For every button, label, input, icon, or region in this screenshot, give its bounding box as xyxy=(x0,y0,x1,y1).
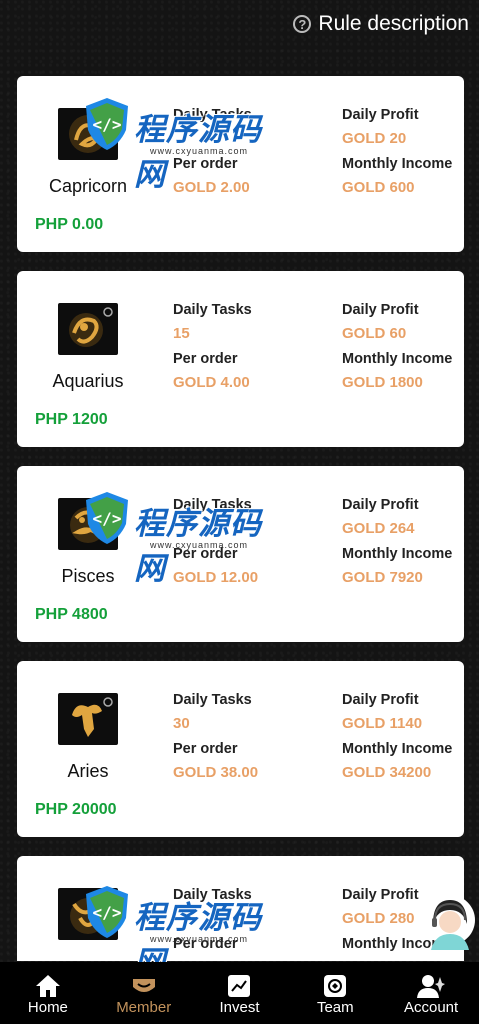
pisces-icon xyxy=(58,498,118,550)
daily-tasks-label: Daily Tasks xyxy=(173,107,252,123)
membership-card-taurus[interactable]: Daily Tasks Per order Daily Profit GOLD … xyxy=(17,856,464,961)
card-name: Aquarius xyxy=(52,371,124,391)
invest-icon xyxy=(192,973,288,999)
card-name: Pisces xyxy=(61,566,115,586)
monthly-income-label: Monthly Income xyxy=(342,156,453,172)
per-order-value: GOLD 4.00 xyxy=(173,374,250,391)
tab-label: Team xyxy=(316,999,354,1016)
daily-profit-value: GOLD 20 xyxy=(342,130,407,147)
support-agent-icon xyxy=(425,895,475,950)
monthly-income-label: Monthly Income xyxy=(342,546,453,562)
bottom-tab-bar: Home Member Invest Team Account xyxy=(0,962,479,1024)
card-price: PHP 4800 xyxy=(35,606,108,623)
tab-member[interactable]: Member xyxy=(96,962,192,1016)
membership-card-aquarius[interactable]: Aquarius PHP 1200 Daily Tasks 15 Per ord… xyxy=(17,271,464,447)
member-icon xyxy=(96,973,192,999)
per-order-label: Per order xyxy=(173,741,238,757)
team-icon xyxy=(287,973,383,999)
taurus-icon xyxy=(58,888,118,940)
per-order-value: GOLD 2.00 xyxy=(173,179,250,196)
monthly-income-label: Monthly Income xyxy=(342,351,453,367)
daily-profit-label: Daily Profit xyxy=(342,107,419,123)
per-order-value: GOLD 12.00 xyxy=(173,569,259,586)
tab-label: Member xyxy=(116,999,172,1016)
tab-label: Home xyxy=(27,999,68,1016)
rule-description-label: Rule description xyxy=(318,12,469,35)
tab-label: Account xyxy=(403,999,459,1016)
top-bar: ? Rule description xyxy=(0,0,479,56)
per-order-label: Per order xyxy=(173,936,238,952)
rule-description-link[interactable]: ? Rule description xyxy=(293,12,469,36)
per-order-label: Per order xyxy=(173,546,238,562)
membership-card-aries[interactable]: Aries PHP 20000 Daily Tasks 30 Per order… xyxy=(17,661,464,837)
customer-support-button[interactable] xyxy=(423,892,477,954)
monthly-income-value: GOLD 7920 xyxy=(342,569,423,586)
card-name: Capricorn xyxy=(48,176,128,196)
daily-profit-label: Daily Profit xyxy=(342,302,419,318)
monthly-income-value: GOLD 1800 xyxy=(342,374,423,391)
card-name: Aries xyxy=(67,761,109,781)
daily-profit-label: Daily Profit xyxy=(342,692,419,708)
membership-card-pisces[interactable]: Pisces PHP 4800 Daily Tasks Per order GO… xyxy=(17,466,464,642)
capricorn-icon xyxy=(58,108,118,160)
tab-invest[interactable]: Invest xyxy=(192,962,288,1016)
card-price: PHP 0.00 xyxy=(35,216,104,233)
daily-profit-value: GOLD 264 xyxy=(342,520,415,537)
membership-list: Capricorn PHP 0.00 Daily Tasks Per order… xyxy=(17,76,464,961)
daily-tasks-label: Daily Tasks xyxy=(173,497,252,513)
tab-team[interactable]: Team xyxy=(287,962,383,1016)
question-icon: ? xyxy=(293,15,312,33)
daily-tasks-label: Daily Tasks xyxy=(173,887,252,903)
card-price: PHP 1200 xyxy=(35,411,108,428)
daily-tasks-value: 30 xyxy=(173,715,190,732)
monthly-income-label: Monthly Income xyxy=(342,741,453,757)
daily-tasks-label: Daily Tasks xyxy=(173,692,252,708)
account-icon xyxy=(383,973,479,999)
per-order-label: Per order xyxy=(173,351,238,367)
card-price: PHP 20000 xyxy=(35,801,117,818)
daily-tasks-value xyxy=(173,130,252,155)
home-icon xyxy=(0,973,96,999)
membership-card-capricorn[interactable]: Capricorn PHP 0.00 Daily Tasks Per order… xyxy=(17,76,464,252)
daily-tasks-value: 15 xyxy=(173,325,190,342)
per-order-value: GOLD 38.00 xyxy=(173,764,259,781)
daily-profit-label: Daily Profit xyxy=(342,497,419,513)
aries-icon xyxy=(58,693,118,745)
daily-tasks-value xyxy=(173,910,252,935)
monthly-income-value: GOLD 600 xyxy=(342,179,415,196)
tab-home[interactable]: Home xyxy=(0,962,96,1016)
daily-tasks-value xyxy=(173,520,258,545)
tab-label: Invest xyxy=(219,999,260,1016)
per-order-label: Per order xyxy=(173,156,238,172)
tab-account[interactable]: Account xyxy=(383,962,479,1016)
monthly-income-value: GOLD 34200 xyxy=(342,764,432,781)
daily-profit-value: GOLD 1140 xyxy=(342,715,423,732)
daily-tasks-label: Daily Tasks xyxy=(173,302,252,318)
aquarius-icon xyxy=(58,303,118,355)
daily-profit-value: GOLD 60 xyxy=(342,325,407,342)
